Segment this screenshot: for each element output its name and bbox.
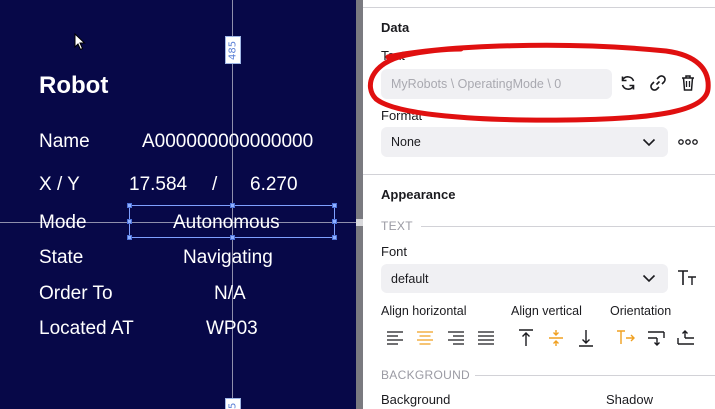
splitter-grip[interactable] bbox=[356, 219, 363, 226]
format-select[interactable]: None bbox=[381, 127, 668, 157]
orientation-down-icon[interactable] bbox=[645, 328, 667, 348]
state-label: State bbox=[39, 247, 84, 268]
order-to-value: N/A bbox=[214, 283, 246, 304]
properties-panel: Data Text MyRobots \ OperatingMode \ 0 F… bbox=[363, 0, 715, 409]
align-justify-icon[interactable] bbox=[477, 330, 495, 346]
align-right-icon[interactable] bbox=[447, 330, 465, 346]
align-horizontal-label: Align horizontal bbox=[381, 304, 467, 318]
format-select-value: None bbox=[391, 135, 421, 149]
align-vertical-label: Align vertical bbox=[511, 304, 582, 318]
cursor-arrow-icon bbox=[74, 33, 86, 51]
top-divider bbox=[363, 7, 715, 8]
text-subsection-line bbox=[421, 226, 715, 227]
background-subsection-heading: BACKGROUND bbox=[381, 368, 471, 382]
orientation-up-icon[interactable] bbox=[675, 328, 697, 348]
more-icon[interactable] bbox=[677, 135, 699, 149]
orientation-label: Orientation bbox=[610, 304, 672, 318]
chevron-down-icon bbox=[642, 274, 656, 283]
resize-handle[interactable] bbox=[230, 203, 235, 208]
data-section-title: Data bbox=[381, 20, 410, 35]
orientation-horizontal-icon[interactable] bbox=[615, 328, 637, 348]
located-at-label: Located AT bbox=[39, 318, 134, 339]
guide-distance-top: 485 bbox=[225, 36, 241, 64]
resize-handle[interactable] bbox=[230, 235, 235, 240]
resize-handle[interactable] bbox=[127, 219, 132, 224]
chevron-down-icon bbox=[642, 138, 656, 147]
font-field-label: Font bbox=[381, 244, 408, 259]
name-label: Name bbox=[39, 131, 90, 152]
name-value: A000000000000000 bbox=[142, 131, 314, 152]
panel-splitter[interactable] bbox=[356, 0, 363, 409]
resize-handle[interactable] bbox=[127, 235, 132, 240]
align-center-icon[interactable] bbox=[416, 330, 434, 346]
background-subsection-line bbox=[475, 375, 715, 376]
align-left-icon[interactable] bbox=[386, 330, 404, 346]
red-annotation-ellipse bbox=[367, 42, 711, 123]
xy-label: X / Y bbox=[39, 174, 80, 195]
appearance-section-title: Appearance bbox=[381, 187, 456, 202]
resize-handle[interactable] bbox=[332, 235, 337, 240]
section-divider bbox=[363, 174, 715, 175]
guide-distance-bottom: 5 bbox=[225, 398, 241, 409]
xy-separator: / bbox=[212, 174, 218, 195]
shadow-field-label: Shadow bbox=[606, 392, 653, 407]
state-value: Navigating bbox=[183, 247, 273, 268]
selection-box[interactable] bbox=[129, 205, 335, 238]
background-field-label: Background bbox=[381, 392, 451, 407]
text-subsection-heading: TEXT bbox=[381, 219, 413, 233]
font-size-icon[interactable] bbox=[676, 268, 698, 288]
order-to-label: Order To bbox=[39, 283, 113, 304]
font-select-value: default bbox=[391, 271, 429, 286]
located-at-value: WP03 bbox=[206, 318, 258, 339]
design-canvas[interactable]: 485 5 Robot Name A000000000000000 X / Y … bbox=[0, 0, 356, 409]
align-middle-icon[interactable] bbox=[547, 328, 565, 348]
align-bottom-icon[interactable] bbox=[577, 328, 595, 348]
align-top-icon[interactable] bbox=[517, 328, 535, 348]
font-select[interactable]: default bbox=[381, 264, 668, 293]
resize-handle[interactable] bbox=[332, 219, 337, 224]
widget-title: Robot bbox=[39, 72, 109, 99]
mode-label: Mode bbox=[39, 212, 87, 233]
resize-handle[interactable] bbox=[332, 203, 337, 208]
y-value: 6.270 bbox=[250, 174, 298, 195]
resize-handle[interactable] bbox=[127, 203, 132, 208]
x-value: 17.584 bbox=[129, 174, 188, 195]
